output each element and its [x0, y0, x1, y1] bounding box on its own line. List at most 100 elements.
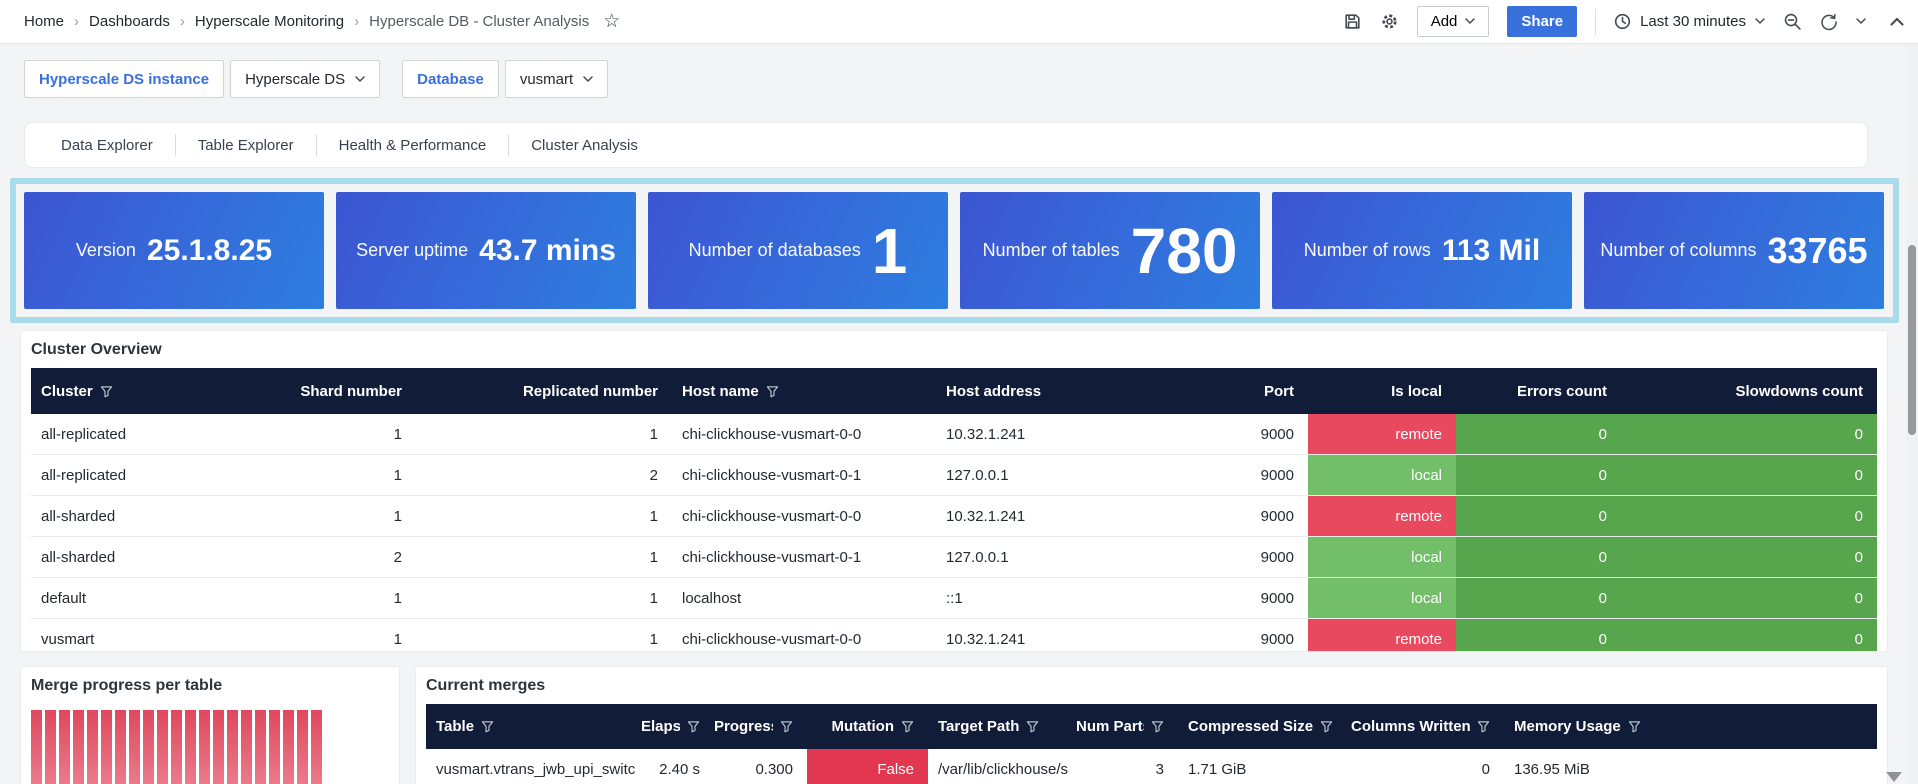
- table-cell: remote: [1308, 414, 1456, 454]
- table-cell: local: [1308, 578, 1456, 618]
- breadcrumb-item[interactable]: Hyperscale Monitoring: [195, 13, 344, 30]
- tab-data-explorer[interactable]: Data Explorer: [39, 137, 175, 154]
- column-header[interactable]: Target Path: [928, 704, 1076, 749]
- table-cell: 127.0.0.1: [936, 455, 1106, 495]
- time-range-picker[interactable]: Last 30 minutes: [1614, 13, 1765, 30]
- column-header[interactable]: Port: [1106, 368, 1308, 414]
- table-cell: chi-clickhouse-vusmart-0-0: [672, 414, 936, 454]
- column-header[interactable]: Is local: [1308, 368, 1456, 414]
- filter-icon[interactable]: [1026, 720, 1039, 733]
- breadcrumb-item[interactable]: Home: [24, 13, 64, 30]
- settings-gear-icon[interactable]: [1380, 12, 1399, 31]
- merge-progress-bar: [227, 710, 238, 784]
- merge-progress-bar: [199, 710, 210, 784]
- column-header-label: Slowdowns count: [1736, 383, 1864, 400]
- column-header[interactable]: Columns Written: [1351, 704, 1504, 749]
- tabs-bar: Data ExplorerTable ExplorerHealth & Perf…: [24, 122, 1868, 168]
- table-header-row: TableElapsedProgress MutationTarget PathN…: [426, 704, 1877, 749]
- table-cell: False: [807, 749, 928, 784]
- variable-dropdown[interactable]: Hyperscale DS: [230, 60, 380, 98]
- filter-icon[interactable]: [481, 720, 494, 733]
- stat-label: Number of rows: [1304, 240, 1431, 261]
- filter-icon[interactable]: [1628, 720, 1641, 733]
- zoom-out-icon[interactable]: [1783, 12, 1802, 31]
- filter-icon[interactable]: [901, 720, 914, 733]
- column-header[interactable]: Host name: [672, 368, 936, 414]
- stat-value: 33765: [1767, 230, 1867, 272]
- breadcrumb-item[interactable]: Dashboards: [89, 13, 170, 30]
- column-header[interactable]: Slowdowns count: [1621, 368, 1877, 414]
- stat-value: 25.1.8.25: [147, 234, 272, 268]
- clock-icon: [1614, 13, 1631, 30]
- variable-dropdown[interactable]: vusmart: [505, 60, 608, 98]
- variable-label: Hyperscale DS instance: [24, 60, 224, 98]
- bottom-panels: Merge progress per table Current merges …: [20, 666, 1918, 784]
- column-header-label: Shard number: [300, 383, 402, 400]
- column-header[interactable]: Table: [426, 704, 641, 749]
- favorite-star-icon[interactable]: ☆: [603, 10, 620, 33]
- column-header-label: Progress: [714, 718, 773, 735]
- table-cell: local: [1308, 537, 1456, 577]
- add-button[interactable]: Add: [1417, 6, 1490, 37]
- save-dashboard-icon[interactable]: [1343, 12, 1362, 31]
- merge-progress-bar: [101, 710, 112, 784]
- merge-progress-bar: [297, 710, 308, 784]
- column-header-label: Compressed Size: [1188, 718, 1313, 735]
- filter-icon[interactable]: [1151, 720, 1164, 733]
- merge-progress-bar: [241, 710, 252, 784]
- variable-value: vusmart: [520, 71, 573, 88]
- stats-row: Version25.1.8.25Server uptime43.7 minsNu…: [24, 192, 1885, 309]
- collapse-topbar-icon[interactable]: [1890, 17, 1904, 26]
- column-header[interactable]: Host address: [936, 368, 1106, 414]
- stat-value: 780: [1131, 214, 1238, 288]
- refresh-icon[interactable]: [1820, 13, 1838, 31]
- table-cell: 9000: [1106, 619, 1308, 652]
- stat-value: 43.7 mins: [479, 234, 616, 268]
- scrollbar-thumb[interactable]: [1908, 245, 1916, 435]
- column-header[interactable]: Shard number: [271, 368, 416, 414]
- share-button-label: Share: [1521, 13, 1563, 30]
- stat-value: 113 Mil: [1442, 234, 1540, 268]
- column-header[interactable]: Num Parts: [1076, 704, 1178, 749]
- column-header[interactable]: Progress: [714, 704, 807, 749]
- table-cell: 0: [1621, 537, 1877, 577]
- merge-progress-bar: [59, 710, 70, 784]
- stat-panel: Number of databases1: [648, 192, 948, 309]
- table-row: vusmart.vtrans_jwb_upi_switc2.40 s0.300F…: [426, 749, 1877, 784]
- table-cell: 1.71 GiB: [1178, 749, 1351, 784]
- table-cell: 0: [1456, 496, 1621, 536]
- filter-icon[interactable]: [766, 385, 779, 398]
- share-button[interactable]: Share: [1507, 6, 1577, 37]
- table-cell: 1: [271, 496, 416, 536]
- column-header[interactable]: Compressed Size: [1178, 704, 1351, 749]
- column-header[interactable]: Elapsed: [641, 704, 714, 749]
- table-row: default11localhost::19000local00: [31, 578, 1877, 619]
- column-header[interactable]: Errors count: [1456, 368, 1621, 414]
- table-row: all-replicated12chi-clickhouse-vusmart-0…: [31, 455, 1877, 496]
- table-cell: default: [31, 578, 271, 618]
- table-cell: 0: [1621, 414, 1877, 454]
- column-header[interactable]: Replicated number: [416, 368, 672, 414]
- filter-icon[interactable]: [1477, 720, 1490, 733]
- tab-table-explorer[interactable]: Table Explorer: [176, 137, 316, 154]
- stat-panel: Server uptime43.7 mins: [336, 192, 636, 309]
- column-header[interactable]: Cluster: [31, 368, 271, 414]
- filter-icon[interactable]: [780, 720, 793, 733]
- panel-title: Current merges: [416, 667, 1887, 704]
- table-cell: 0: [1456, 578, 1621, 618]
- filter-icon[interactable]: [687, 720, 700, 733]
- column-header[interactable]: Mutation: [807, 704, 928, 749]
- breadcrumb-item[interactable]: Hyperscale DB - Cluster Analysis: [369, 13, 589, 30]
- stat-panel: Number of rows 113 Mil: [1272, 192, 1572, 309]
- table-cell: 2.40 s: [641, 749, 714, 784]
- tab-cluster-analysis[interactable]: Cluster Analysis: [509, 137, 660, 154]
- column-header[interactable]: Memory Usage: [1504, 704, 1666, 749]
- filter-icon[interactable]: [100, 385, 113, 398]
- refresh-interval-chevron-icon[interactable]: [1856, 18, 1866, 25]
- column-header-label: Replicated number: [523, 383, 658, 400]
- table-cell: 0: [1621, 496, 1877, 536]
- tab-health-performance[interactable]: Health & Performance: [317, 137, 509, 154]
- filter-icon[interactable]: [1320, 720, 1333, 733]
- cluster-table-header: Cluster Shard number Replicated number Host…: [31, 368, 1877, 414]
- stats-highlight-box: Version25.1.8.25Server uptime43.7 minsNu…: [10, 178, 1899, 323]
